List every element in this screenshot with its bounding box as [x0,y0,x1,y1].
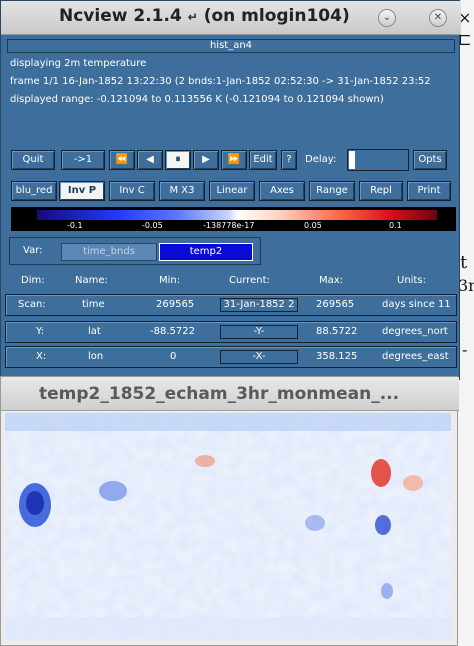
plot-feature-cool-atlantic [99,481,127,501]
units-header: Units: [397,275,426,286]
max-header: Max: [319,275,344,286]
plot-feature-cold-north [5,413,451,431]
close-button[interactable]: ✕ [429,9,447,27]
slider-thumb[interactable] [349,151,355,169]
colorbar-gradient [37,210,437,220]
plot-window: temp2_1852_echam_3hr_monmean_... [0,376,459,646]
plot-feature-warm-siberia [371,459,391,487]
name-header: Name: [75,275,108,286]
return-icon: ↵ [187,10,198,24]
dim-max: 88.5722 [316,326,358,337]
dim-min: -88.5722 [150,326,195,337]
edit-button[interactable]: Edit [249,150,277,170]
ncview-main-window: Ncview 2.1.4 ↵ (on mlogin104) ⌄ ✕ hist_a… [0,0,461,380]
dim-current-button[interactable]: -Y- [220,325,298,339]
play-icon: ▶ [202,154,210,165]
dim-units: degrees_east [382,351,449,362]
dim-label: X: [36,351,47,362]
pause-button[interactable]: ⏸ [165,150,191,170]
variable-option-temp2[interactable]: temp2 [159,243,253,261]
plot-feature-warm-asia [403,475,423,491]
background-text: t [460,252,468,273]
invert-physical-button[interactable]: Inv P [59,181,105,201]
quit-button[interactable]: Quit [11,150,55,170]
colormap-button[interactable]: blu_red [11,181,57,201]
dim-min: 269565 [156,299,195,310]
delay-slider[interactable] [347,149,409,171]
plot-feature-cold-africa [375,515,391,535]
step-forward-button[interactable]: ▶ [193,150,219,170]
rewind-icon: ⏪ [115,154,129,165]
fast-forward-button[interactable]: ⏩ [221,150,247,170]
min-header: Min: [159,275,181,286]
print-button[interactable]: Print [407,181,451,201]
colorbar-tick: 0.05 [304,221,322,230]
temperature-map-plot[interactable] [5,413,451,639]
close-icon: ✕ [433,12,443,23]
dim-max: 358.125 [316,351,358,362]
dimension-row-x: X: lon 0 -X- 358.125 degrees_east [5,346,457,368]
magnify-button[interactable]: M X3 [159,181,205,201]
plot-feature-warm-pacific [195,455,215,467]
variable-option-time-bnds[interactable]: time_bnds [61,243,157,261]
options-button[interactable]: Opts [413,150,447,170]
rewind-button[interactable]: ⏪ [109,150,135,170]
plot-feature-cold-greenland-core [26,491,44,515]
colorbar-tick: 0.1 [389,221,402,230]
window-title: Ncview 2.1.4 ↵ (on mlogin104) [59,6,350,26]
background-text: - [462,340,468,359]
range-button[interactable]: Range [309,181,355,201]
fast-forward-icon: ⏩ [227,154,241,165]
pause-icon: ⏸ [175,154,181,165]
invert-colormap-button[interactable]: Inv C [109,181,155,201]
dim-current-button[interactable]: -X- [220,350,298,364]
colorbar-tick: -138778e-17 [203,221,255,230]
chevron-down-icon: ⌄ [382,12,392,23]
plot-window-titlebar[interactable]: temp2_1852_echam_3hr_monmean_... [1,377,459,411]
plot-feature-cold-indian [305,515,325,531]
colorbar-tick: -0.1 [67,221,83,230]
step-back-button[interactable]: ◀ [137,150,163,170]
plot-window-title: temp2_1852_echam_3hr_monmean_... [39,384,400,404]
dim-units: degrees_nort [382,326,448,337]
plot-feature-cold-south [5,617,451,639]
variable-label: Var: [23,245,43,256]
dim-name: lon [88,351,104,362]
background-text: 3n [458,276,474,295]
dim-label: Scan: [18,299,46,310]
info-variable: displaying 2m temperature [10,58,147,69]
axes-button[interactable]: Axes [259,181,305,201]
colorbar: -0.1 -0.05 -138778e-17 0.05 0.1 [11,207,456,231]
dimension-row-y: Y: lat -88.5722 -Y- 88.5722 degrees_nort [5,321,457,343]
dim-current-button[interactable]: 31-Jan-1852 2 [220,298,298,312]
collapse-button[interactable]: ⌄ [378,9,396,27]
dim-name: time [82,299,105,310]
back-to-first-button[interactable]: ->1 [61,150,105,170]
dim-min: 0 [170,351,177,362]
dimension-row-scan: Scan: time 269565 31-Jan-1852 2 269565 d… [5,294,457,316]
plot-feature-cool-south [381,583,393,599]
replace-button[interactable]: Repl [359,181,403,201]
delay-label: Delay: [305,154,337,165]
info-range: displayed range: -0.121094 to 0.113556 K… [10,94,384,105]
colorbar-tick: -0.05 [142,221,163,230]
dim-max: 269565 [316,299,355,310]
file-name-label: hist_an4 [7,39,455,53]
dim-units: days since 11 [382,299,451,310]
dim-name: lat [88,326,101,337]
info-frame: frame 1/1 16-Jan-1852 13:22:30 (2 bnds:1… [10,76,431,87]
help-button[interactable]: ? [281,150,297,170]
scale-button[interactable]: Linear [209,181,255,201]
play-back-icon: ◀ [146,154,154,165]
dim-label: Y: [36,326,45,337]
dim-header: Dim: [21,275,45,286]
window-titlebar[interactable]: Ncview 2.1.4 ↵ (on mlogin104) ⌄ ✕ [1,1,461,35]
current-header: Current: [229,275,270,286]
